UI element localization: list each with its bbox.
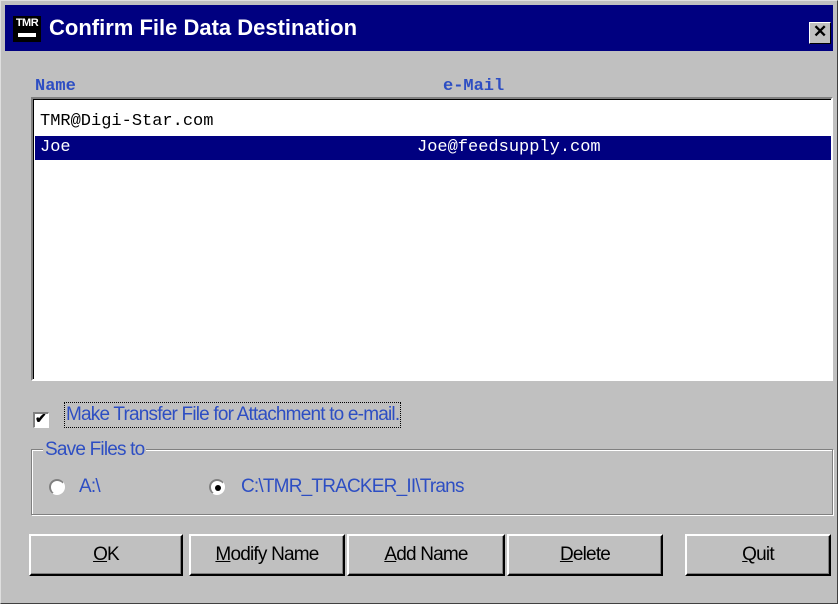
modify-name-button[interactable]: Modify Name [189,534,345,576]
delete-button[interactable]: Delete [507,534,663,576]
radio-trans-folder[interactable] [209,479,225,495]
list-item[interactable]: TMR@Digi-Star.com [35,110,831,134]
save-files-group-label: Save Files to [43,439,147,461]
column-header-email: e-Mail [443,77,505,96]
ok-button-label: K [107,544,120,565]
ok-button-accel: O [93,544,108,565]
add-button-label: dd Name [396,544,468,565]
recipient-list-inner: TMR@Digi-Star.com Joe Joe@feedsupply.com [33,99,831,379]
window-title: Confirm File Data Destination [49,15,358,40]
attachment-checkbox[interactable] [33,410,49,428]
add-button-accel: A [384,544,397,565]
radio-drive-a[interactable] [49,479,65,495]
ok-button[interactable]: OK [29,534,183,576]
recipient-list[interactable]: TMR@Digi-Star.com Joe Joe@feedsupply.com [31,97,833,381]
title-bar[interactable]: TMR Confirm File Data Destination [5,5,833,51]
quit-button[interactable]: Quit [685,534,831,576]
column-header-name: Name [35,77,76,96]
radio-trans-folder-label[interactable]: C:\TMR_TRACKER_II\Trans [241,476,464,498]
add-name-button[interactable]: Add Name [347,534,505,576]
attachment-checkbox-label[interactable]: Make Transfer File for Attachment to e-m… [63,402,402,428]
list-item-name: TMR@Digi-Star.com [40,112,214,131]
list-item-name: Joe [40,138,71,157]
dialog-window: TMR Confirm File Data Destination Name e… [0,0,838,604]
modify-button-label: odify Name [230,544,319,565]
list-item-email: Joe@feedsupply.com [417,138,601,157]
list-item-selected[interactable]: Joe Joe@feedsupply.com [35,136,831,160]
modify-button-accel: M [215,544,231,565]
radio-drive-a-label[interactable]: A:\ [79,476,101,498]
close-icon[interactable] [809,22,831,44]
app-icon-bar [18,33,36,37]
tmr-app-icon: TMR [13,16,41,42]
delete-button-accel: D [559,544,574,565]
quit-button-accel: Q [742,544,757,565]
delete-button-label: elete [572,544,611,565]
app-icon-label: TMR [15,17,39,29]
quit-button-label: uit [756,544,774,565]
